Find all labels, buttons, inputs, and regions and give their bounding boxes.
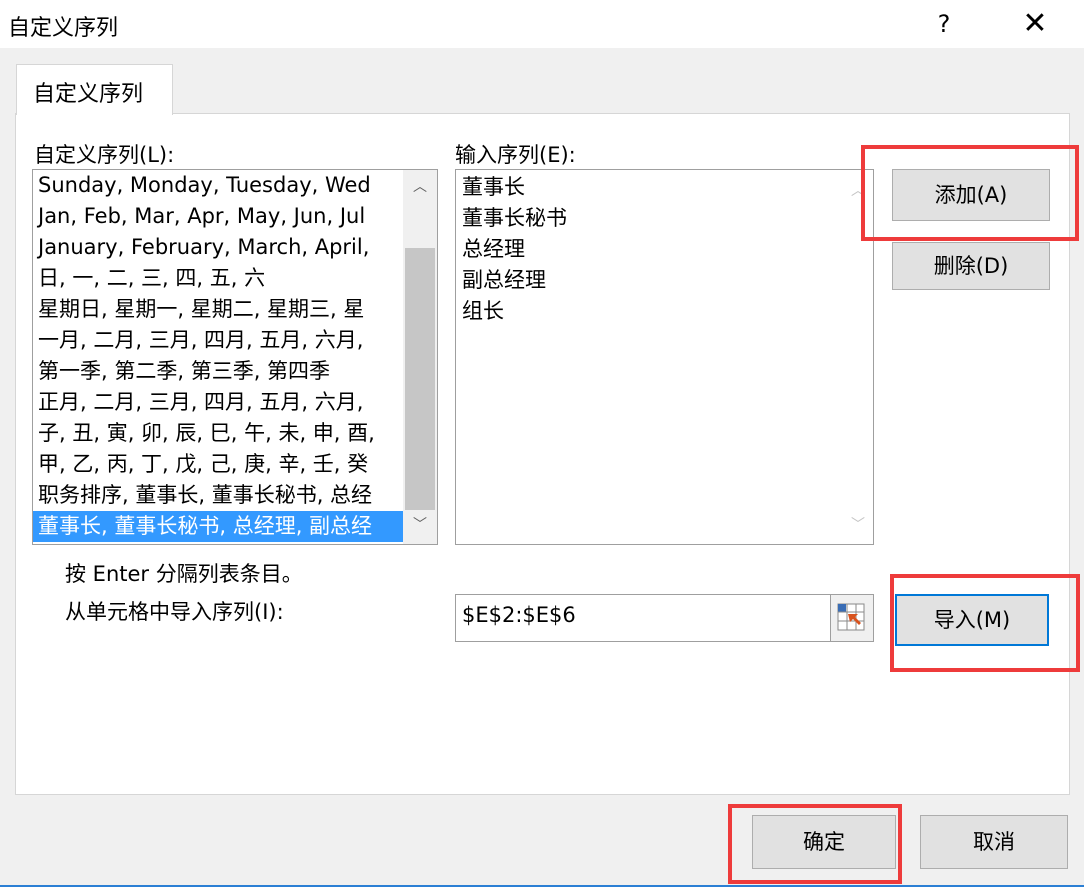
add-button[interactable]: 添加(A) (892, 169, 1050, 221)
list-entries-scrollbar[interactable]: ︿ ﹀ (843, 170, 873, 544)
list-item[interactable]: 子, 丑, 寅, 卯, 辰, 巳, 午, 未, 申, 酉, (33, 418, 403, 449)
scroll-down-arrow-icon[interactable]: ﹀ (403, 510, 437, 540)
import-button[interactable]: 导入(M) (895, 594, 1049, 646)
list-item[interactable]: Jan, Feb, Mar, Apr, May, Jun, Jul (33, 201, 403, 232)
range-select-icon (837, 603, 865, 631)
scroll-thumb[interactable] (405, 248, 435, 510)
scroll-down-arrow-icon[interactable]: ﹀ (843, 510, 873, 540)
list-item[interactable]: 董事长, 董事长秘书, 总经理, 副总经 (33, 511, 403, 542)
scroll-up-arrow-icon[interactable]: ︿ (843, 176, 873, 206)
custom-lists-scrollbar[interactable]: ︿ ﹀ (403, 170, 437, 544)
custom-lists-items: Sunday, Monday, Tuesday, Wed Jan, Feb, Ma… (33, 170, 403, 542)
entry-line: 董事长 (462, 175, 525, 199)
list-entries-label: 输入序列(E): (455, 143, 576, 167)
import-range-value: $E$2:$E$6 (462, 603, 576, 627)
list-entries-textarea[interactable]: 董事长董事长秘书总经理副总经理组长 ︿ ﹀ (455, 169, 874, 545)
list-item[interactable]: 一月, 二月, 三月, 四月, 五月, 六月, (33, 325, 403, 356)
list-item[interactable]: 日, 一, 二, 三, 四, 五, 六 (33, 263, 403, 294)
list-item[interactable]: 正月, 二月, 三月, 四月, 五月, 六月, (33, 387, 403, 418)
import-range-input[interactable]: $E$2:$E$6 (455, 594, 874, 642)
cancel-button[interactable]: 取消 (920, 815, 1068, 869)
list-item[interactable]: Sunday, Monday, Tuesday, Wed (33, 170, 403, 201)
entry-line: 组长 (462, 299, 504, 323)
title-bar (0, 0, 1084, 48)
list-item[interactable]: 职务排序, 董事长, 董事长秘书, 总经 (33, 480, 403, 511)
delete-button[interactable]: 删除(D) (892, 242, 1050, 290)
close-button[interactable]: ✕ (1015, 6, 1055, 42)
tab-label: 自定义序列 (33, 82, 144, 107)
window-title: 自定义序列 (8, 16, 119, 41)
list-item[interactable]: 甲, 乙, 丙, 丁, 戊, 己, 庚, 辛, 壬, 癸 (33, 449, 403, 480)
list-item[interactable]: 星期日, 星期一, 星期二, 星期三, 星 (33, 294, 403, 325)
scroll-up-arrow-icon[interactable]: ︿ (403, 172, 437, 202)
entry-line: 副总经理 (462, 268, 546, 292)
enter-hint-text: 按 Enter 分隔列表条目。 (65, 562, 303, 586)
list-item[interactable]: 第一季, 第二季, 第三季, 第四季 (33, 356, 403, 387)
range-picker-button[interactable] (830, 595, 873, 641)
help-button[interactable]: ? (930, 6, 958, 42)
custom-lists-listbox[interactable]: Sunday, Monday, Tuesday, Wed Jan, Feb, Ma… (32, 169, 438, 545)
entry-line: 董事长秘书 (462, 206, 567, 230)
list-item[interactable]: January, February, March, April, (33, 232, 403, 263)
ok-button[interactable]: 确定 (752, 815, 896, 869)
tab-custom-lists[interactable]: 自定义序列 (16, 64, 173, 115)
list-entries-lines: 董事长董事长秘书总经理副总经理组长 (462, 172, 567, 327)
import-range-label: 从单元格中导入序列(I): (65, 600, 284, 624)
entry-line: 总经理 (462, 237, 525, 261)
custom-lists-label: 自定义序列(L): (34, 143, 175, 167)
